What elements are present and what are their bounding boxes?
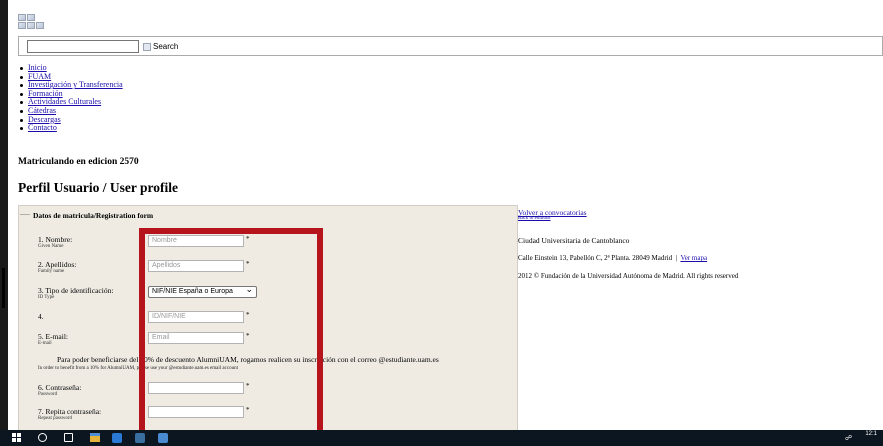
main-nav: Inicio FUAM Investigación y Transferenci…: [18, 63, 123, 133]
address-line: Calle Einstein 13, Pabellón C, 2ª Planta…: [518, 254, 707, 262]
nav-item-contacto: Contacto: [18, 123, 123, 133]
clock[interactable]: 12:1: [865, 431, 877, 438]
field-label-apellidos: 2. Apellidos: Family name: [38, 260, 77, 275]
fieldset-border: [20, 214, 30, 215]
browser-viewport: Search Inicio FUAM Investigación y Trans…: [8, 0, 883, 430]
page-title: Perfil Usuario / User profile: [18, 180, 178, 195]
search-image-icon: [143, 42, 151, 51]
back-to-editions-link[interactable]: Back to editions: [518, 216, 551, 221]
campus-text: Ciudad Universitaria de Cantoblanco: [518, 236, 630, 245]
broken-image-icon: [36, 22, 44, 29]
windows-start-icon[interactable]: [12, 433, 21, 442]
search-bar: Search: [18, 36, 883, 56]
enrolling-heading: Matriculando en edicion 2570: [18, 157, 139, 167]
field-label-id-type: 3. Tipo de identificación: ID Type: [38, 286, 114, 301]
separator: |: [675, 254, 678, 262]
field-label-nombre: 1. Nombre: Given Name: [38, 235, 73, 250]
search-button-label: Search: [153, 42, 179, 51]
taskbar-app-icon[interactable]: [158, 433, 168, 443]
copyright-text: 2012 © Fundación de la Universidad Autón…: [518, 272, 739, 280]
taskbar-app-icon[interactable]: [135, 433, 145, 443]
form-legend: Datos de matricula/Registration form: [30, 211, 157, 220]
browser-icon[interactable]: [112, 433, 122, 443]
taskbar: ☍ 12:1: [0, 430, 883, 446]
map-link[interactable]: Ver mapa: [680, 254, 707, 262]
address-text: Calle Einstein 13, Pabellón C, 2ª Planta…: [518, 254, 673, 262]
clock-time: 12:1: [865, 431, 877, 437]
field-label-email: 5. E-mail: E-mail: [38, 332, 68, 347]
search-button[interactable]: Search: [143, 39, 178, 54]
field-label-repeat-password: 7. Repita contraseña: Repeat password: [38, 407, 102, 422]
annotation-highlight-box: [139, 228, 323, 430]
network-icon[interactable]: ☍: [845, 434, 852, 442]
nav-link[interactable]: Contacto: [28, 123, 57, 132]
broken-image-icon: [27, 14, 35, 21]
search-input[interactable]: [27, 40, 139, 53]
broken-image-icon: [27, 22, 35, 29]
broken-image-icon: [18, 14, 26, 21]
search-icon[interactable]: [38, 433, 47, 442]
field-label-id-number: 4.: [38, 312, 44, 321]
left-screen-edge: [0, 0, 8, 430]
field-label-password: 6. Contraseña: Password: [38, 383, 82, 398]
file-explorer-icon[interactable]: [90, 433, 100, 442]
task-view-icon[interactable]: [64, 433, 73, 442]
broken-image-icon: [18, 22, 26, 29]
